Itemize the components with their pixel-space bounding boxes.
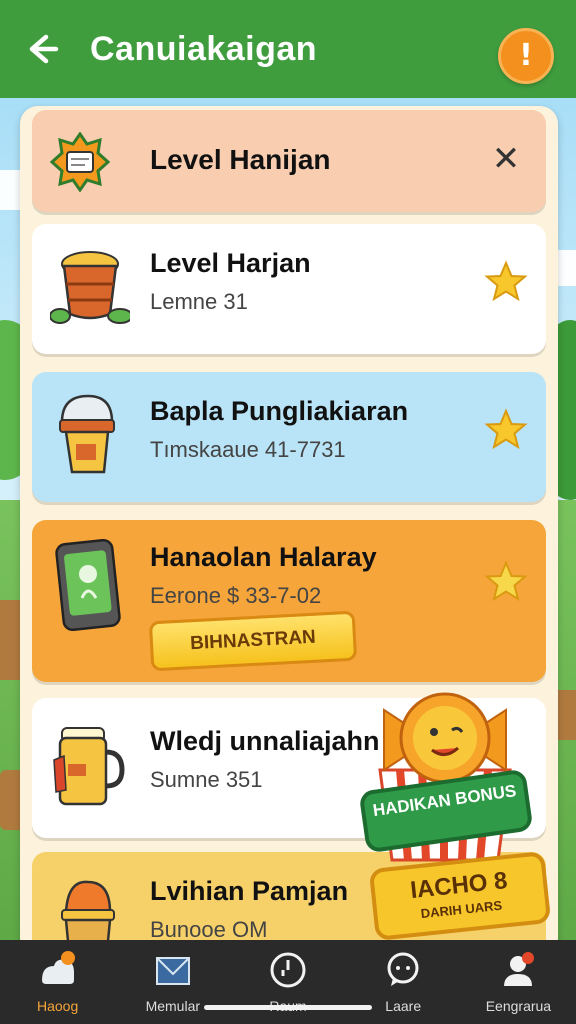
home-indicator (204, 1005, 372, 1010)
level-card-subtitle: Lemne 31 (150, 289, 248, 314)
nav-item-messages[interactable]: Memular (115, 940, 230, 1024)
bottom-navigation: Haoog Memular Raum (0, 940, 576, 1024)
arrow-left-icon[interactable] (22, 29, 62, 69)
star-icon (484, 260, 528, 304)
ice-cream-cup-icon (50, 388, 120, 478)
level-card-title: Bapla Pungliakiaran (150, 396, 409, 426)
nav-item-chat[interactable]: Laare (346, 940, 461, 1024)
chat-icon (383, 950, 423, 990)
envelope-icon (153, 950, 193, 990)
panel-header-card: Level Hanijan ✕ (32, 110, 546, 212)
phone-icon (50, 536, 121, 632)
close-icon[interactable]: ✕ (488, 142, 524, 178)
badge-icon (49, 131, 111, 193)
nav-item-home[interactable]: Haoog (0, 940, 115, 1024)
level-card[interactable]: Hanaolan Halaray Eerone $ 33-7-02 BIHNAS… (32, 520, 546, 682)
panel-title: Level Hanijan (150, 144, 331, 175)
claim-button[interactable]: BIHNASTRAN (148, 610, 358, 672)
top-app-bar: Canuiakaigan ! (0, 0, 576, 98)
beer-mug-icon (50, 720, 125, 810)
page-title: Canuiakaigan (90, 29, 318, 68)
nav-item-timer[interactable]: Raum (230, 940, 345, 1024)
home-icon (38, 950, 78, 990)
timer-icon (268, 950, 308, 990)
star-icon (484, 560, 528, 604)
star-icon (484, 408, 528, 452)
level-card[interactable]: Level Harjan Lemne 31 (32, 224, 546, 354)
level-card-title: Level Harjan (150, 248, 311, 278)
level-card-subtitle: Sumne 351 (150, 767, 263, 792)
level-card-title: Hanaolan Halaray (150, 542, 377, 572)
level-card-title: Wledj unnaliajahn (150, 726, 380, 756)
level-card-subtitle: Eerone $ 33-7-02 (150, 583, 322, 608)
bonus-promo: HADIKAN BONUS IACHO 8 DARIH UARS (350, 680, 552, 942)
level-card-title: Lvihian Pamjan (150, 876, 349, 906)
help-button[interactable]: ! (498, 28, 554, 84)
nav-item-profile[interactable]: Eengrarua (461, 940, 576, 1024)
bucket-icon (49, 242, 133, 332)
nav-label: Eengrarua (485, 998, 552, 1014)
level-card[interactable]: Bapla Pungliakiaran Tımskaaue 41-7731 (32, 372, 546, 502)
level-card-subtitle: Tımskaaue 41-7731 (150, 437, 346, 462)
profile-icon (498, 950, 538, 990)
nav-label: Haoog (36, 998, 79, 1014)
